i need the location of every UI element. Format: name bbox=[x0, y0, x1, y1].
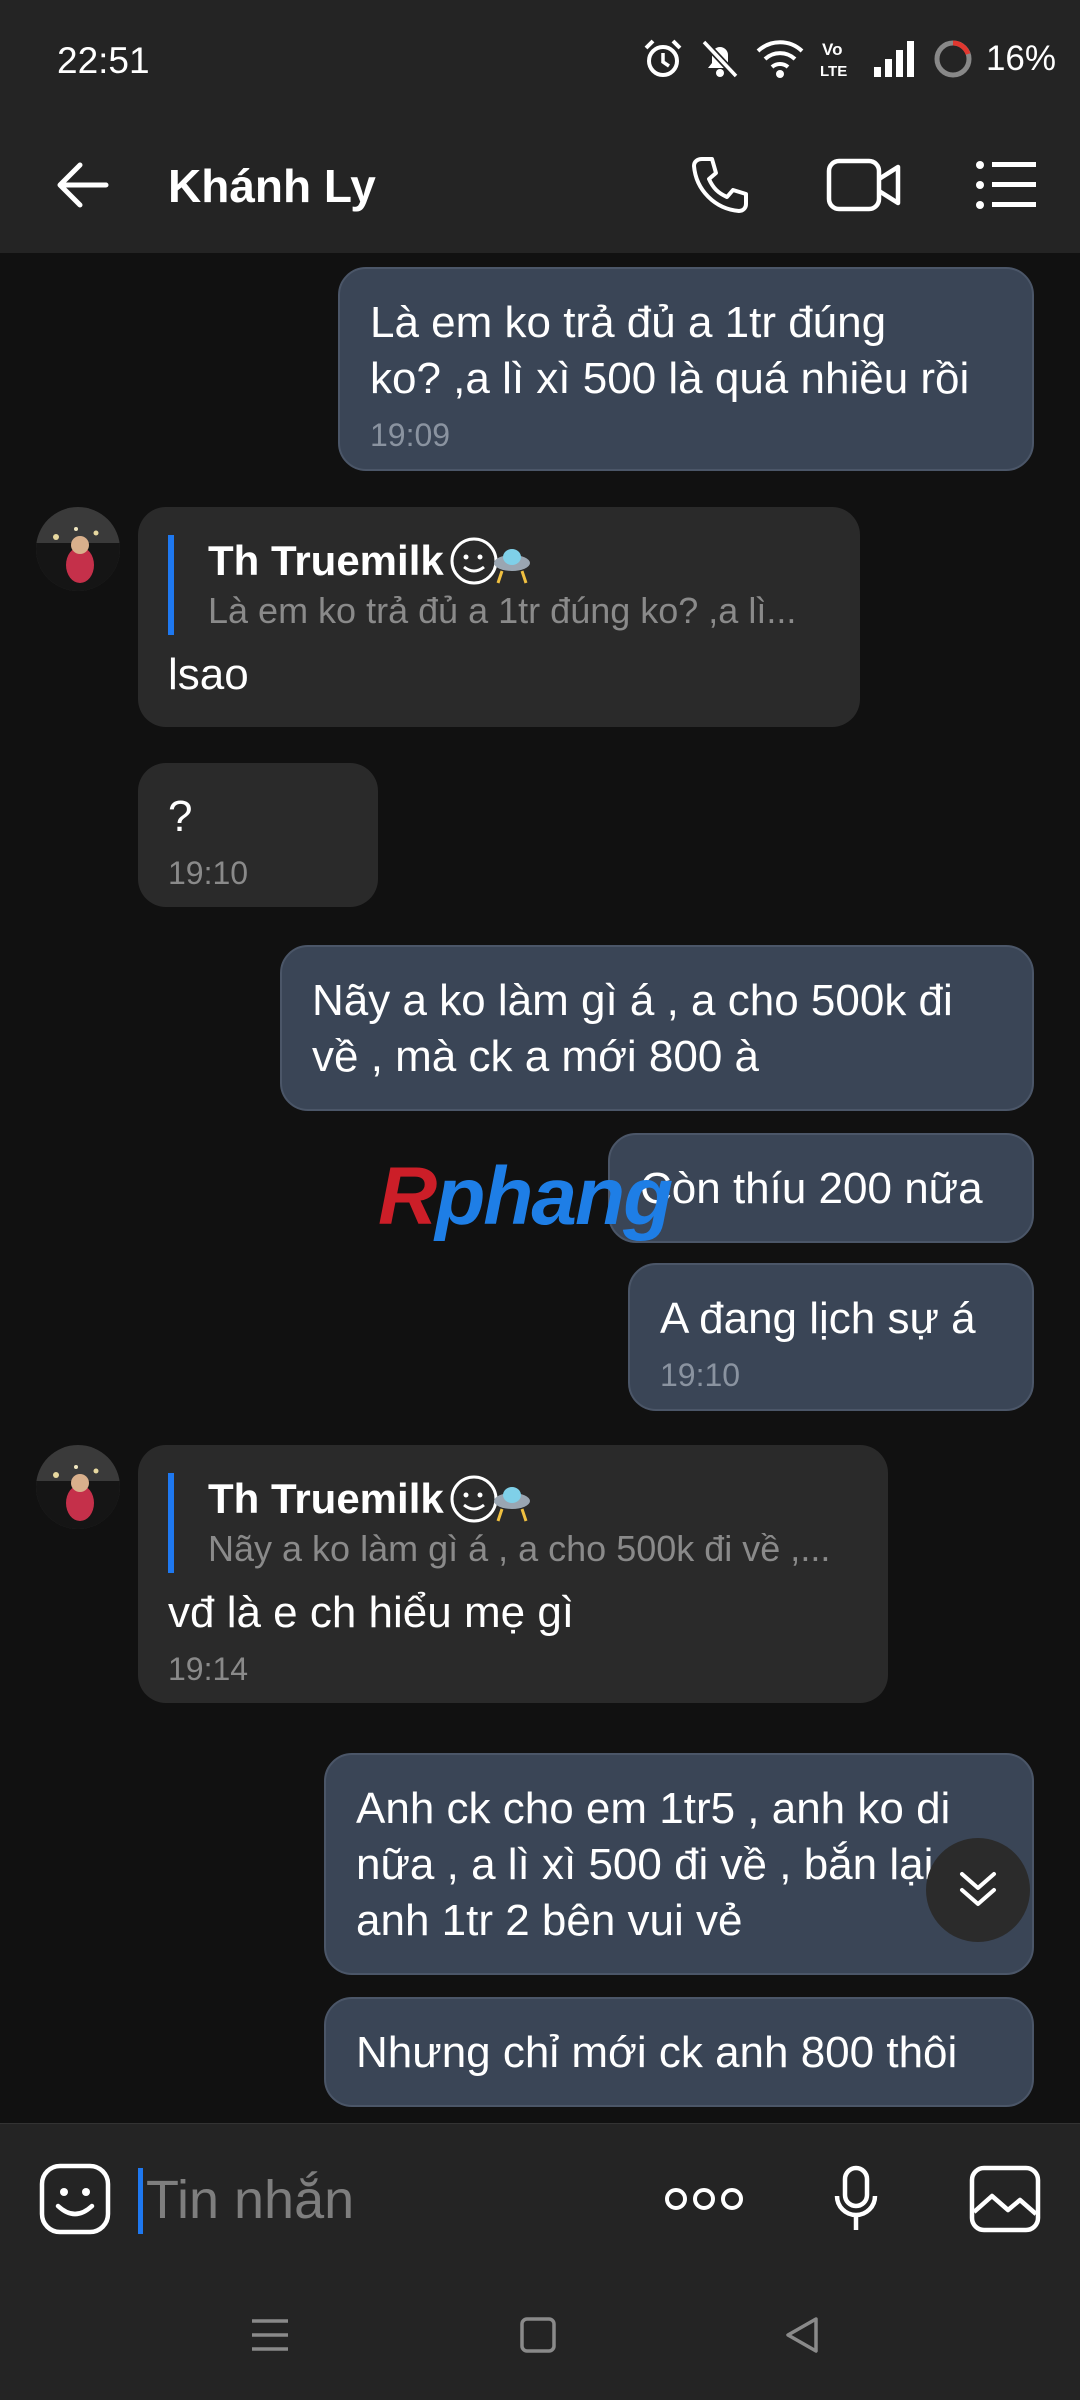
back-arrow-icon[interactable] bbox=[52, 155, 112, 215]
contact-name[interactable]: Khánh Ly bbox=[168, 159, 376, 213]
battery-percentage: 16% bbox=[985, 39, 1056, 78]
microphone-icon[interactable] bbox=[832, 2164, 880, 2236]
message-text: Nhưng chỉ mới ck anh 800 thôi bbox=[356, 2028, 958, 2077]
gallery-image-icon[interactable] bbox=[968, 2164, 1042, 2234]
video-icon[interactable] bbox=[826, 155, 902, 215]
more-options-icon[interactable] bbox=[664, 2184, 744, 2214]
message-time: 19:10 bbox=[168, 855, 249, 891]
volte-bottom-label: LTE bbox=[820, 63, 847, 80]
message-text: vđ là e ch hiểu mẹ gì bbox=[168, 1588, 575, 1637]
watermark-first-letter: R bbox=[378, 1151, 437, 1242]
system-nav-bar bbox=[0, 2275, 1080, 2400]
volte-top-label: Vo bbox=[822, 40, 842, 59]
reply-author: Th Truemilk bbox=[208, 535, 830, 587]
reply-author: Th Truemilk bbox=[208, 1473, 858, 1525]
avatar[interactable] bbox=[36, 1445, 120, 1529]
reply-preview[interactable]: Th Truemilk Nãy a ko làm gì á , a cho 50… bbox=[168, 1473, 858, 1573]
reply-preview[interactable]: Th Truemilk Là em ko trả đủ a 1tr đúng k… bbox=[168, 535, 830, 635]
back-triangle-icon[interactable] bbox=[782, 2315, 822, 2355]
message-outgoing[interactable]: A đang lịch sự á 19:10 bbox=[628, 1263, 1034, 1411]
text-caret bbox=[138, 2168, 143, 2234]
message-text: A đang lịch sự á bbox=[660, 1294, 976, 1343]
message-text: Là em ko trả đủ a 1tr đúng ko? ,a lì xì … bbox=[370, 298, 970, 403]
message-text: lsao bbox=[168, 650, 249, 699]
message-text: Còn thíu 200 nữa bbox=[640, 1164, 983, 1213]
message-time: 19:10 bbox=[660, 1357, 741, 1393]
recent-apps-icon[interactable] bbox=[250, 2315, 290, 2355]
message-outgoing[interactable]: Là em ko trả đủ a 1tr đúng ko? ,a lì xì … bbox=[338, 267, 1034, 471]
message-input[interactable] bbox=[146, 2166, 606, 2234]
chat-header: Khánh Ly bbox=[0, 125, 1080, 253]
reply-snippet: Là em ko trả đủ a 1tr đúng ko? ,a lì... bbox=[208, 590, 797, 631]
sticker-emoji-icon[interactable] bbox=[38, 2162, 112, 2236]
mute-icon bbox=[701, 39, 739, 79]
watermark-logo: Rphang bbox=[378, 1150, 673, 1244]
message-outgoing[interactable]: Nãy a ko làm gì á , a cho 500k đi về , m… bbox=[280, 945, 1034, 1111]
status-bar: 22:51 Vo LTE 16% bbox=[0, 0, 1080, 125]
message-time: 19:09 bbox=[370, 417, 451, 453]
reply-author-name: Th Truemilk bbox=[208, 537, 444, 584]
phone-icon[interactable] bbox=[688, 153, 752, 217]
home-icon[interactable] bbox=[520, 2315, 556, 2355]
ufo-emoji-icon bbox=[450, 1475, 530, 1523]
reply-author-name: Th Truemilk bbox=[208, 1475, 444, 1522]
status-time: 22:51 bbox=[57, 40, 150, 81]
message-incoming[interactable]: ? 19:10 bbox=[138, 763, 378, 907]
message-time: 19:14 bbox=[168, 1651, 249, 1687]
volte-icon: Vo LTE bbox=[820, 40, 847, 80]
message-outgoing[interactable]: Anh ck cho em 1tr5 , anh ko di nữa , a l… bbox=[324, 1753, 1034, 1975]
double-chevron-down-icon bbox=[960, 1872, 996, 1906]
menu-list-icon[interactable] bbox=[974, 155, 1038, 215]
avatar[interactable] bbox=[36, 507, 120, 591]
message-outgoing[interactable]: Còn thíu 200 nữa bbox=[608, 1133, 1034, 1243]
message-text: Nãy a ko làm gì á , a cho 500k đi về , m… bbox=[312, 976, 953, 1081]
message-composer bbox=[0, 2123, 1080, 2276]
signal-icon bbox=[873, 41, 914, 77]
status-icons: Vo LTE 16% bbox=[642, 38, 1056, 80]
watermark-rest: phang bbox=[435, 1151, 673, 1242]
message-text: Anh ck cho em 1tr5 , anh ko di nữa , a l… bbox=[356, 1784, 951, 1945]
alarm-icon bbox=[644, 39, 682, 77]
wifi-icon bbox=[756, 40, 804, 78]
scroll-to-bottom-button[interactable] bbox=[926, 1838, 1030, 1942]
message-incoming[interactable]: Th Truemilk Nãy a ko làm gì á , a cho 50… bbox=[138, 1445, 888, 1703]
message-text: ? bbox=[168, 792, 193, 841]
reply-snippet: Nãy a ko làm gì á , a cho 500k đi về ,..… bbox=[208, 1528, 831, 1569]
battery-ring-icon bbox=[934, 40, 972, 78]
ufo-emoji-icon bbox=[450, 537, 530, 585]
message-outgoing[interactable]: Nhưng chỉ mới ck anh 800 thôi bbox=[324, 1997, 1034, 2107]
message-incoming[interactable]: Th Truemilk Là em ko trả đủ a 1tr đúng k… bbox=[138, 507, 860, 727]
